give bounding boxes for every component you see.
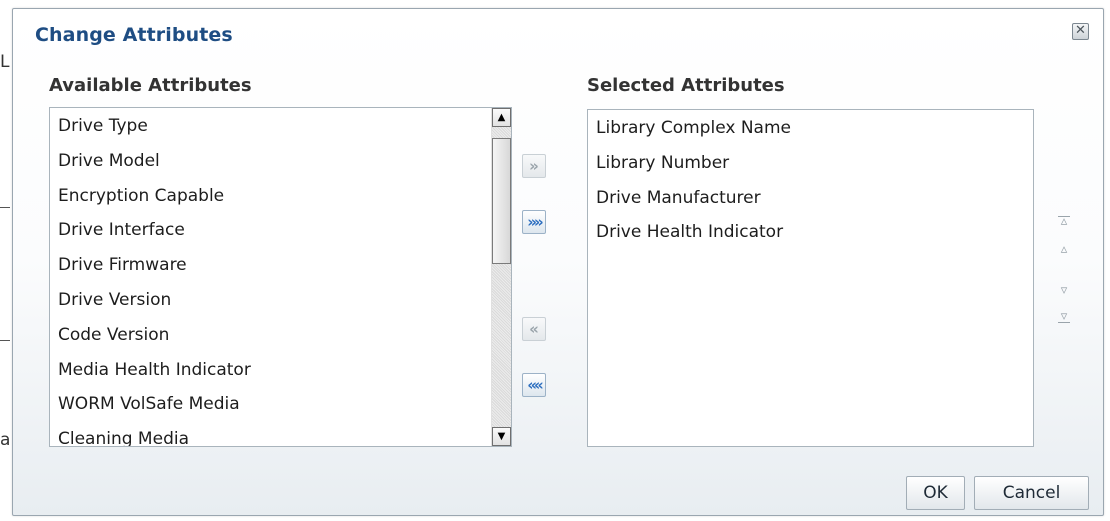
- move-down-icon: ▿: [1060, 283, 1068, 298]
- ok-button[interactable]: OK: [906, 476, 965, 510]
- background-divider: [0, 340, 10, 341]
- list-item[interactable]: Media Health Indicator: [50, 353, 251, 388]
- scroll-down-button[interactable]: ▼: [492, 427, 511, 446]
- list-item[interactable]: Encryption Capable: [50, 179, 251, 214]
- available-attributes-list[interactable]: Drive Type Drive Model Encryption Capable D…: [49, 107, 512, 447]
- selected-items-container: Library Complex Name Library Number Drive …: [588, 111, 791, 250]
- list-item[interactable]: Drive Interface: [50, 213, 251, 248]
- chevron-right-icon: »: [529, 157, 539, 175]
- remove-all-button[interactable]: ««: [522, 373, 546, 397]
- close-button[interactable]: ✕: [1072, 23, 1089, 40]
- move-up-icon: ▵: [1060, 242, 1068, 257]
- close-icon: ✕: [1075, 23, 1086, 38]
- triangle-up-icon: ▲: [497, 112, 506, 123]
- list-item[interactable]: Code Version: [50, 318, 251, 353]
- selected-attributes-list[interactable]: Library Complex Name Library Number Drive …: [587, 109, 1034, 447]
- scrollbar-thumb[interactable]: [492, 138, 511, 264]
- cancel-button[interactable]: Cancel: [974, 476, 1089, 510]
- triangle-down-icon: ▼: [497, 431, 506, 442]
- move-all-button[interactable]: »»: [522, 210, 546, 234]
- vertical-scrollbar[interactable]: ▲ ▼: [491, 108, 511, 446]
- list-item[interactable]: Library Number: [588, 146, 791, 181]
- change-attributes-dialog: Change Attributes ✕ Available Attributes…: [12, 8, 1104, 516]
- list-item[interactable]: Drive Version: [50, 283, 251, 318]
- list-item[interactable]: WORM VolSafe Media: [50, 387, 251, 422]
- selected-attributes-label: Selected Attributes: [587, 75, 785, 96]
- move-to-top-button[interactable]: ▵: [1056, 214, 1072, 230]
- move-to-bottom-button[interactable]: ▿: [1056, 309, 1072, 325]
- available-items-container: Drive Type Drive Model Encryption Capable D…: [50, 109, 251, 446]
- background-divider: [0, 207, 10, 208]
- move-down-button[interactable]: ▿: [1056, 283, 1072, 299]
- background-text-fragment: a: [0, 430, 11, 450]
- double-chevron-left-icon: ««: [527, 376, 543, 394]
- remove-button[interactable]: «: [522, 317, 546, 341]
- double-chevron-right-icon: »»: [527, 213, 543, 231]
- background-text-fragment: L: [0, 52, 10, 72]
- chevron-left-icon: «: [529, 320, 539, 338]
- list-item[interactable]: Cleaning Media: [50, 422, 251, 446]
- list-item[interactable]: Library Complex Name: [588, 111, 791, 146]
- list-item[interactable]: Drive Manufacturer: [588, 181, 791, 216]
- list-item[interactable]: Drive Firmware: [50, 248, 251, 283]
- move-button[interactable]: »: [522, 154, 546, 178]
- scroll-up-button[interactable]: ▲: [492, 108, 511, 127]
- available-attributes-label: Available Attributes: [49, 75, 252, 96]
- dialog-title: Change Attributes: [35, 24, 233, 46]
- move-up-button[interactable]: ▵: [1056, 242, 1072, 258]
- list-item[interactable]: Drive Model: [50, 144, 251, 179]
- list-item[interactable]: Drive Health Indicator: [588, 215, 791, 250]
- list-item[interactable]: Drive Type: [50, 109, 251, 144]
